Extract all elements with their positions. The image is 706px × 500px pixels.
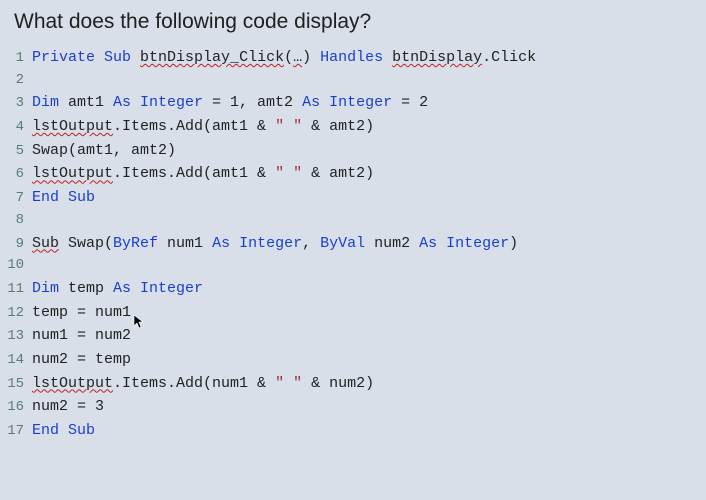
- line-number: 3: [6, 93, 32, 115]
- code-content: lstOutput.Items.Add(num1 & " " & num2): [32, 372, 374, 395]
- line-number: 15: [6, 374, 32, 396]
- line-number: 17: [6, 421, 32, 443]
- code-content: Dim temp As Integer: [32, 277, 203, 300]
- code-block: 1 Private Sub btnDisplay_Click(…) Handle…: [0, 46, 706, 443]
- code-line: 8: [6, 210, 706, 232]
- code-content: num1 = num2: [32, 324, 131, 347]
- code-content: Dim amt1 As Integer = 1, amt2 As Integer…: [32, 91, 428, 114]
- code-line: 7 End Sub: [6, 186, 706, 210]
- line-number: 6: [6, 164, 32, 186]
- code-line: 10: [6, 255, 706, 277]
- code-content: num2 = temp: [32, 348, 131, 371]
- code-line: 1 Private Sub btnDisplay_Click(…) Handle…: [6, 46, 706, 70]
- code-line: 4 lstOutput.Items.Add(amt1 & " " & amt2): [6, 115, 706, 139]
- code-content: temp = num1: [32, 301, 131, 324]
- question-text: What does the following code display?: [0, 0, 706, 46]
- line-number: 7: [6, 188, 32, 210]
- code-line: 11 Dim temp As Integer: [6, 277, 706, 301]
- code-content: num2 = 3: [32, 395, 104, 418]
- code-line: 3 Dim amt1 As Integer = 1, amt2 As Integ…: [6, 91, 706, 115]
- line-number: 12: [6, 303, 32, 325]
- line-number: 9: [6, 234, 32, 256]
- line-number: 4: [6, 117, 32, 139]
- code-line: 13 num1 = num2: [6, 324, 706, 348]
- code-content: End Sub: [32, 186, 95, 209]
- code-line: 5 Swap(amt1, amt2): [6, 139, 706, 163]
- code-content: Swap(amt1, amt2): [32, 139, 176, 162]
- code-line: 6 lstOutput.Items.Add(amt1 & " " & amt2): [6, 162, 706, 186]
- line-number: 2: [6, 70, 32, 92]
- line-number: 14: [6, 350, 32, 372]
- line-number: 11: [6, 279, 32, 301]
- line-number: 16: [6, 397, 32, 419]
- code-line: 9 Sub Swap(ByRef num1 As Integer, ByVal …: [6, 232, 706, 256]
- line-number: 10: [6, 255, 32, 277]
- line-number: 5: [6, 141, 32, 163]
- code-line: 2: [6, 70, 706, 92]
- line-number: 13: [6, 326, 32, 348]
- code-line: 14 num2 = temp: [6, 348, 706, 372]
- code-content: Private Sub btnDisplay_Click(…) Handles …: [32, 46, 536, 69]
- code-line: 17 End Sub: [6, 419, 706, 443]
- code-content: lstOutput.Items.Add(amt1 & " " & amt2): [32, 115, 374, 138]
- code-line: 16 num2 = 3: [6, 395, 706, 419]
- code-line: 12 temp = num1: [6, 301, 706, 325]
- code-line: 15 lstOutput.Items.Add(num1 & " " & num2…: [6, 372, 706, 396]
- code-content: End Sub: [32, 419, 95, 442]
- line-number: 8: [6, 210, 32, 232]
- code-content: lstOutput.Items.Add(amt1 & " " & amt2): [32, 162, 374, 185]
- line-number: 1: [6, 48, 32, 70]
- code-content: Sub Swap(ByRef num1 As Integer, ByVal nu…: [32, 232, 518, 255]
